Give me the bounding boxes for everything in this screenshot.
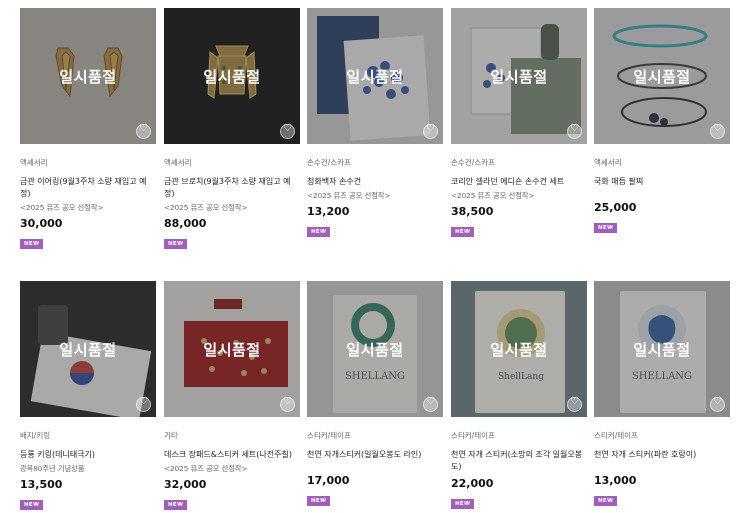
product-category: 스티커/테이프 [594, 431, 638, 440]
product-subtitle [307, 464, 443, 474]
product-name[interactable]: 국화 매듭 팔찌 [594, 176, 730, 188]
product-image[interactable]: 일시품절 [451, 8, 587, 144]
product-name[interactable]: 금관 이어링(9월3주차 소량 재입고 예정) [20, 176, 156, 200]
product-image[interactable]: 일시품절 [594, 8, 730, 144]
product-price: 22,000 [451, 477, 494, 490]
product-card[interactable]: 일시품절 액세서리 금관 이어링(9월3주차 소량 재입고 예정) <2025 … [20, 8, 156, 249]
product-subtitle: <2025 뮤즈 공모 선정작> [307, 191, 391, 200]
product-category: 손수건/스카프 [451, 158, 495, 167]
product-name[interactable]: 등룡 키링(데니태극기) [20, 449, 156, 461]
product-category: 스티커/테이프 [451, 431, 495, 440]
product-name[interactable]: 천연 자개 스티커(소망의 조각 일월오봉도) [451, 449, 587, 473]
new-badge: NEW [594, 496, 618, 506]
product-category: 액세서리 [164, 158, 192, 167]
product-image[interactable]: 일시품절 [20, 8, 156, 144]
product-category: 기타 [164, 431, 178, 440]
product-category: 손수건/스카프 [307, 158, 351, 167]
product-card[interactable]: 일시품절 기타 데스크 장패드&스티커 세트(나전주칠) <2025 뮤즈 공모… [164, 281, 300, 510]
product-card[interactable]: ShellLang 일시품절 스티커/테이프 천연 자개 스티커(소망의 조각 … [451, 281, 587, 509]
product-category: 배지/키링 [20, 431, 51, 440]
product-image[interactable]: 일시품절 [307, 8, 443, 144]
product-name[interactable]: 천연 자개스티커(일월오봉도 라인) [307, 449, 443, 461]
heart-icon[interactable] [423, 396, 438, 412]
heart-icon[interactable] [280, 123, 295, 139]
product-card[interactable]: 일시품절 손수건/스카프 코리안 셀라던 에디숀 손수건 세트 <2025 뮤즈… [451, 8, 587, 237]
heart-icon[interactable] [280, 396, 295, 412]
heart-icon[interactable] [567, 123, 582, 139]
product-name[interactable]: 금관 브로치(9월3주차 소량 재입고 예정) [164, 176, 300, 200]
product-card[interactable]: 일시품절 배지/키링 등룡 키링(데니태극기) 광복80주년 기념상품 13,5… [20, 281, 156, 510]
product-category: 스티커/테이프 [307, 431, 351, 440]
product-subtitle [594, 191, 730, 201]
product-price: 88,000 [164, 217, 207, 230]
product-card[interactable]: 일시품절 액세서리 국화 매듭 팔찌 25,000 NEW [594, 8, 730, 233]
new-badge: NEW [451, 227, 475, 237]
new-badge: NEW [164, 500, 188, 510]
product-card[interactable]: SHELLANG 일시품절 스티커/테이프 천연 자개스티커(일월오봉도 라인)… [307, 281, 443, 506]
soldout-label: 일시품절 [203, 68, 261, 86]
heart-icon[interactable] [567, 396, 582, 412]
product-card[interactable]: 일시품절 액세서리 금관 브로치(9월3주차 소량 재입고 예정) <2025 … [164, 8, 300, 249]
product-image[interactable]: 일시품절 [164, 8, 300, 144]
new-badge: NEW [20, 500, 44, 510]
product-card[interactable]: SHELLANG 일시품절 스티커/테이프 천연 자개 스티커(파란 호랑이) … [594, 281, 730, 506]
product-price: 38,500 [451, 205, 494, 218]
new-badge: NEW [307, 227, 331, 237]
product-image[interactable]: 일시품절 [164, 281, 300, 417]
soldout-label: 일시품절 [633, 341, 691, 359]
product-image[interactable]: 일시품절 [20, 281, 156, 417]
heart-icon[interactable] [136, 123, 151, 139]
product-name[interactable]: 코리안 셀라던 에디숀 손수건 세트 [451, 176, 587, 188]
soldout-label: 일시품절 [59, 68, 117, 86]
product-subtitle: 광복80주년 기념상품 [20, 464, 85, 473]
product-name[interactable]: 천연 자개 스티커(파란 호랑이) [594, 449, 730, 461]
product-category: 액세서리 [594, 158, 622, 167]
product-card[interactable]: 일시품절 손수건/스카프 청화백자 손수건 <2025 뮤즈 공모 선정작> 1… [307, 8, 443, 237]
product-price: 13,200 [307, 205, 350, 218]
product-grid: 일시품절 액세서리 금관 이어링(9월3주차 소량 재입고 예정) <2025 … [0, 0, 743, 513]
product-price: 17,000 [307, 474, 350, 487]
product-price: 32,000 [164, 478, 207, 491]
soldout-label: 일시품절 [490, 68, 548, 86]
product-price: 13,500 [20, 478, 63, 491]
product-name[interactable]: 데스크 장패드&스티커 세트(나전주칠) [164, 449, 300, 461]
product-subtitle: <2025 뮤즈 공모 선정작> [451, 191, 535, 200]
heart-icon[interactable] [710, 396, 725, 412]
product-subtitle: <2025 뮤즈 공모 선정작> [20, 203, 104, 212]
soldout-label: 일시품절 [633, 68, 691, 86]
product-subtitle: <2025 뮤즈 공모 선정작> [164, 464, 248, 473]
product-subtitle [594, 464, 730, 474]
new-badge: NEW [20, 239, 44, 249]
heart-icon[interactable] [136, 396, 151, 412]
product-price: 30,000 [20, 217, 63, 230]
soldout-label: 일시품절 [490, 341, 548, 359]
soldout-label: 일시품절 [59, 341, 117, 359]
product-price: 13,000 [594, 474, 637, 487]
product-category: 액세서리 [20, 158, 48, 167]
product-price: 25,000 [594, 201, 637, 214]
soldout-label: 일시품절 [203, 341, 261, 359]
new-badge: NEW [451, 499, 475, 509]
heart-icon[interactable] [423, 123, 438, 139]
heart-icon[interactable] [710, 123, 725, 139]
product-subtitle: <2025 뮤즈 공모 선정작> [164, 203, 248, 212]
soldout-label: 일시품절 [346, 68, 404, 86]
new-badge: NEW [164, 239, 188, 249]
new-badge: NEW [594, 223, 618, 233]
new-badge: NEW [307, 496, 331, 506]
product-image[interactable]: SHELLANG 일시품절 [307, 281, 443, 417]
soldout-label: 일시품절 [346, 341, 404, 359]
product-image[interactable]: ShellLang 일시품절 [451, 281, 587, 417]
product-image[interactable]: SHELLANG 일시품절 [594, 281, 730, 417]
product-name[interactable]: 청화백자 손수건 [307, 176, 443, 188]
